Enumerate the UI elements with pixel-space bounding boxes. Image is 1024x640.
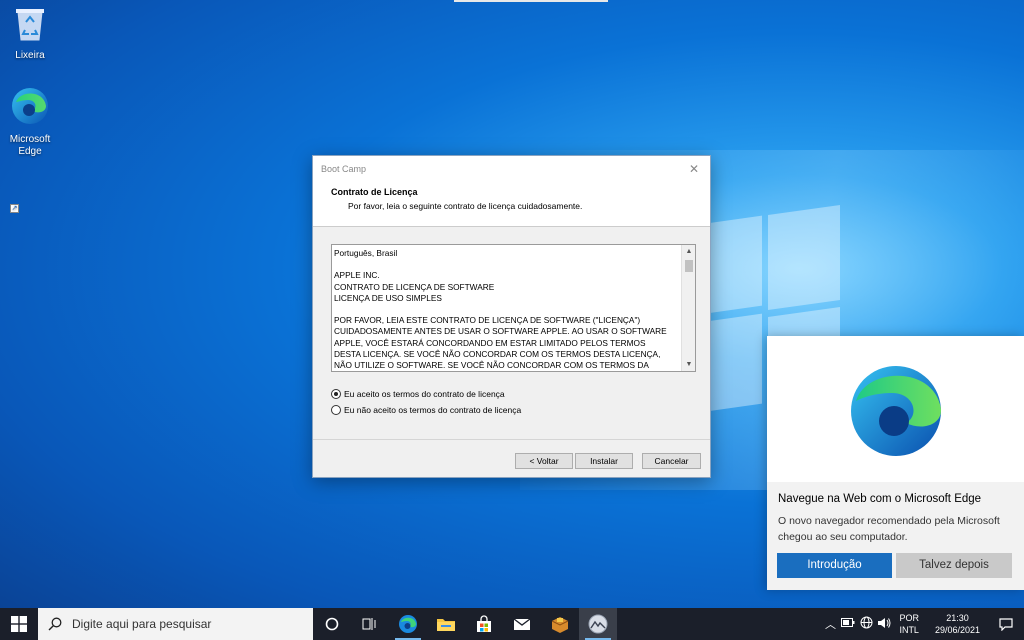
taskbar-store[interactable] [465, 608, 503, 640]
taskbar-edge[interactable] [389, 608, 427, 640]
clock[interactable]: 21:30 29/06/2021 [935, 612, 980, 636]
cancel-button[interactable]: Cancelar [642, 453, 701, 469]
license-text: Português, Brasil APPLE INC. CONTRATO DE… [334, 248, 667, 371]
file-explorer-icon [437, 619, 455, 631]
input-language[interactable]: POR INTL [899, 612, 919, 636]
radio-accept-label: Eu aceito os termos do contrato de licen… [344, 389, 505, 399]
battery-icon[interactable] [839, 618, 857, 630]
radio-decline-button[interactable] [331, 405, 341, 415]
maybe-later-button[interactable]: Talvez depois [896, 553, 1012, 578]
header-title: Contrato de Licença [331, 187, 418, 197]
store-icon [477, 615, 491, 632]
taskbar-package[interactable] [541, 608, 579, 640]
scroll-up-icon[interactable]: ▲ [682, 245, 695, 258]
start-button[interactable] [0, 608, 38, 640]
recycle-bin-icon [0, 4, 60, 46]
radio-decline-label: Eu não aceito os termos do contrato de l… [344, 405, 522, 415]
bootcamp-dialog: Boot Camp ✕ Contrato de Licença Por favo… [312, 155, 711, 478]
network-globe-icon[interactable] [857, 616, 875, 632]
system-tray: ︿ POR INTL 21:30 29/06/2021 [821, 608, 1024, 640]
back-button[interactable]: < Voltar [515, 453, 573, 469]
radio-accept-button[interactable] [331, 389, 341, 399]
license-textbox[interactable]: Português, Brasil APPLE INC. CONTRATO DE… [331, 244, 696, 372]
windows-logo-icon [11, 616, 27, 632]
dialog-titlebar[interactable]: Boot Camp ✕ [313, 156, 710, 182]
mail-icon [513, 618, 531, 630]
taskbar-mail[interactable] [503, 608, 541, 640]
dialog-separator [313, 439, 710, 440]
header-subtitle: Por favor, leia o seguinte contrato de l… [348, 201, 583, 211]
edge-icon [399, 615, 417, 633]
taskbar: Digite aqui para pesquisar ︿ POR INTL 21… [0, 608, 1024, 640]
radio-accept[interactable]: Eu aceito os termos do contrato de licen… [331, 389, 505, 399]
desktop-icon-edge[interactable]: ↗ Microsoft Edge [0, 86, 60, 213]
taskbar-file-explorer[interactable] [427, 608, 465, 640]
task-view-button[interactable] [351, 608, 389, 640]
search-placeholder: Digite aqui para pesquisar [72, 617, 212, 631]
taskbar-bootcamp[interactable] [579, 608, 617, 640]
chevron-up-icon[interactable]: ︿ [821, 616, 839, 632]
toast-body: O novo navegador recomendado pela Micros… [778, 515, 1000, 543]
desktop-icon-label: Lixeira [15, 50, 45, 61]
radio-decline[interactable]: Eu não aceito os termos do contrato de l… [331, 405, 521, 415]
cortana-icon [325, 617, 339, 631]
edge-notification: Navegue na Web com o Microsoft Edge O no… [767, 336, 1024, 590]
edge-icon: ↗ [0, 86, 60, 213]
notification-icon [999, 617, 1013, 631]
dialog-header: Contrato de Licença Por favor, leia o se… [313, 182, 710, 227]
scroll-thumb[interactable] [685, 260, 693, 272]
action-center-button[interactable] [988, 617, 1024, 631]
cortana-button[interactable] [313, 608, 351, 640]
clock-time: 21:30 [946, 613, 969, 623]
install-button[interactable]: Instalar [575, 453, 633, 469]
toast-title: Navegue na Web com o Microsoft Edge [778, 493, 982, 505]
task-view-icon [362, 618, 376, 630]
clock-date: 29/06/2021 [934, 625, 980, 635]
license-scrollbar[interactable]: ▲ ▼ [681, 245, 695, 371]
dialog-title: Boot Camp [321, 164, 367, 174]
edge-icon [850, 366, 941, 456]
close-icon[interactable]: ✕ [686, 162, 702, 176]
edge-logo-large [767, 336, 1024, 482]
lang-line2: INTL [899, 625, 919, 635]
desktop-icon-label: Microsoft Edge [9, 134, 51, 157]
package-icon [551, 617, 569, 633]
lang-line1: POR [899, 613, 919, 623]
desktop-icon-recycle-bin[interactable]: Lixeira [0, 4, 60, 62]
scroll-down-icon[interactable]: ▼ [682, 358, 695, 371]
taskbar-search[interactable]: Digite aqui para pesquisar [38, 608, 313, 640]
search-icon [48, 617, 62, 631]
introduction-button[interactable]: Introdução [777, 553, 892, 578]
bootcamp-icon [588, 614, 608, 634]
top-window-edge [454, 0, 608, 2]
speaker-icon[interactable] [875, 617, 893, 632]
